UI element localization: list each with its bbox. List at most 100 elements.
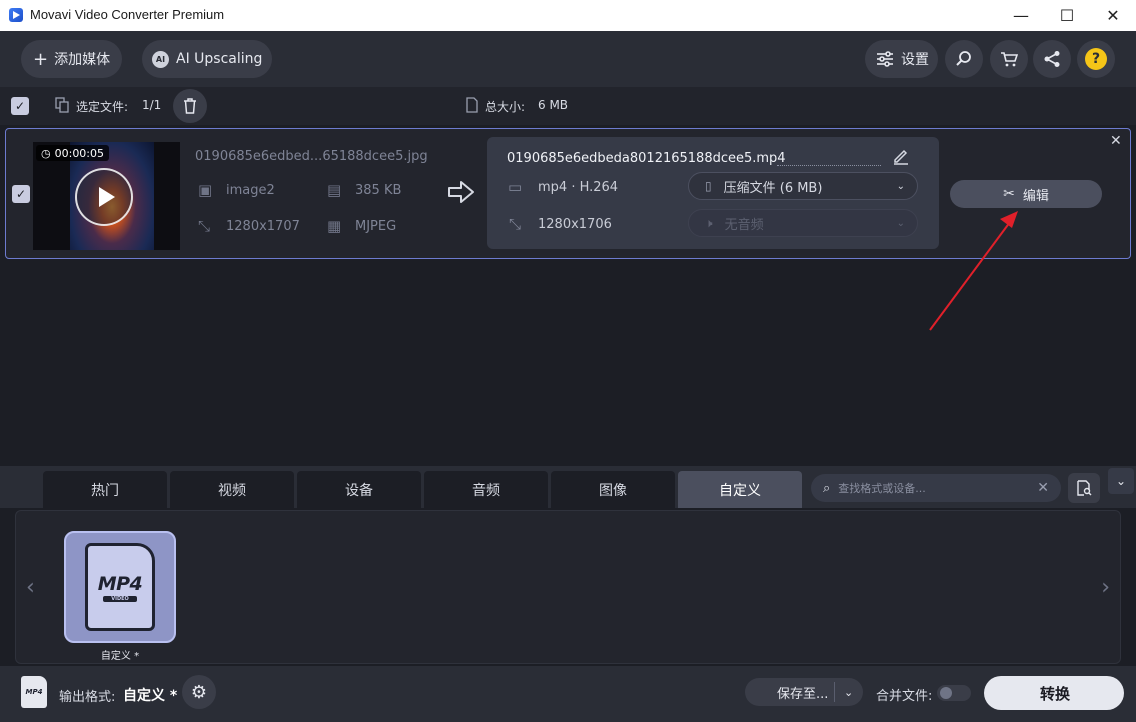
tab-image[interactable]: 图像 [551,471,675,508]
file-search-icon [1077,480,1092,496]
minimize-button[interactable]: — [998,0,1044,31]
output-format-value: 自定义 * [123,688,178,704]
settings-button[interactable]: 设置 [865,40,938,78]
file-icon [466,97,478,113]
save-to-label: 保存至... [777,686,829,702]
format-card-mp4[interactable]: MP4 VIDEO [64,531,176,643]
input-size: 385 KB [355,183,402,198]
output-resolution: 1280x1706 [538,217,612,232]
ai-chip-icon: AI [152,50,169,68]
cart-button[interactable] [990,40,1028,78]
gear-icon: ⚙ [190,681,208,703]
maximize-button[interactable]: ☐ [1044,0,1090,31]
file-checkbox[interactable]: ✓ [12,185,30,203]
delete-button[interactable] [173,89,207,123]
compress-icon: ▯ [705,179,712,193]
ai-upscaling-label: AI Upscaling [176,51,263,67]
scroll-left-icon[interactable]: ‹ [26,575,35,600]
help-icon: ? [1085,48,1107,70]
format-detect-button[interactable] [1068,473,1100,503]
output-settings-panel: 0190685e6edbeda8012165188dcee5.mp4 ▭ mp4… [487,137,939,249]
format-search[interactable]: ⌕ 查找格式或设备... ✕ [811,474,1061,502]
trash-icon [184,98,196,114]
chevron-down-icon[interactable]: ⌄ [844,686,853,699]
audio-dropdown: 🕨 无音频 ⌄ [688,209,918,237]
share-button[interactable] [1033,40,1071,78]
duration-value: 00:00:05 [54,146,105,160]
save-disk-icon: ▤ [327,181,342,199]
mp4-badge-text: MP4 [97,572,143,595]
select-all-checkbox[interactable]: ✓ [11,97,29,115]
input-codec: image2 [226,183,275,198]
convert-button[interactable]: 转换 [984,676,1124,710]
speaker-icon: 🕨 [705,215,713,230]
remove-file-icon[interactable]: ✕ [1110,133,1122,149]
help-button[interactable]: ? [1077,40,1115,78]
add-media-label: 添加媒体 [54,52,111,68]
save-to-divider [834,682,835,702]
output-file-name[interactable]: 0190685e6edbeda8012165188dcee5.mp4 [507,151,786,166]
input-format: MJPEG [355,219,397,234]
mp4-file-icon: MP4 VIDEO [85,543,155,631]
clear-search-icon[interactable]: ✕ [1037,480,1049,496]
tab-devices[interactable]: 设备 [297,471,421,508]
output-format-mini-icon: MP4 [21,676,47,708]
main-toolbar: + 添加媒体 AI AI Upscaling 设置 ? [0,31,1136,87]
selected-files-label: 选定文件: [76,100,129,114]
merge-files-label: 合并文件: [876,689,933,704]
format-card-label: 自定义 * [100,651,140,662]
scissors-icon: ✂ [1003,186,1015,202]
compress-dropdown[interactable]: ▯ 压缩文件 (6 MB) ⌄ [688,172,918,200]
merge-files-toggle[interactable] [937,685,971,701]
tab-audio[interactable]: 音频 [424,471,548,508]
format-grid: ‹ MP4 VIDEO 自定义 * › [15,510,1121,664]
save-to-button[interactable]: 保存至... ⌄ [745,678,863,706]
title-bar: Movavi Video Converter Premium — ☐ ✕ [0,0,1136,31]
bottom-bar: MP4 输出格式: 自定义 * ⚙ 保存至... ⌄ 合并文件: [0,666,1136,722]
tab-popular[interactable]: 热门 [43,471,167,508]
total-size-value: 6 MB [538,98,569,112]
edit-button[interactable]: ✂ 编辑 [950,180,1102,208]
tab-custom[interactable]: 自定义 [678,471,802,508]
output-settings-button[interactable]: ⚙ [182,675,216,709]
file-row[interactable]: ✓ ◷ 00:00:05 0190685e6edbed...65188dcee5… [5,128,1131,259]
chevron-down-icon: ⌄ [896,217,905,229]
film-icon: ▦ [327,217,342,235]
search-icon [956,51,971,66]
video-format-icon: ▭ [508,178,523,196]
edit-label: 编辑 [1022,188,1049,204]
search-button[interactable] [945,40,983,78]
search-input[interactable]: 查找格式或设备... [838,480,926,496]
cart-icon [1001,52,1018,67]
convert-label: 转换 [1039,684,1070,703]
settings-label: 设置 [901,52,929,68]
output-format: mp4 · H.264 [538,180,619,195]
window-title: Movavi Video Converter Premium [30,7,225,22]
output-resize-icon: ⤡ [509,215,522,233]
search-icon: ⌕ [823,480,831,496]
output-name-underline [777,165,881,166]
pencil-icon[interactable] [892,147,910,165]
resize-icon: ⤡ [198,217,211,235]
play-button[interactable] [75,168,133,226]
collapse-panel-button[interactable]: ⌄ [1108,468,1134,494]
image-icon: ▣ [198,181,213,199]
input-resolution: 1280x1707 [226,219,300,234]
chevron-down-icon: ⌄ [896,180,905,192]
ai-upscaling-button[interactable]: AI AI Upscaling [142,40,272,78]
scroll-right-icon[interactable]: › [1101,575,1110,600]
app-logo-icon [9,8,23,22]
output-format-label: 输出格式: [59,690,116,705]
tab-video[interactable]: 视频 [170,471,294,508]
add-media-button[interactable]: + 添加媒体 [21,40,122,78]
input-file-name: 0190685e6edbed...65188dcee5.jpg [195,149,428,164]
share-icon [1044,51,1060,67]
selection-bar: ✓ 选定文件: 1/1 总大小: 6 MB [0,87,1136,125]
file-thumbnail[interactable]: ◷ 00:00:05 [33,142,180,250]
sliders-icon [877,51,893,67]
close-window-button[interactable]: ✕ [1090,0,1136,31]
selected-files-count: 1/1 [142,98,162,112]
compress-label: 压缩文件 (6 MB) [723,180,823,196]
plus-icon: + [33,48,49,70]
clock-icon: ◷ [41,146,51,160]
